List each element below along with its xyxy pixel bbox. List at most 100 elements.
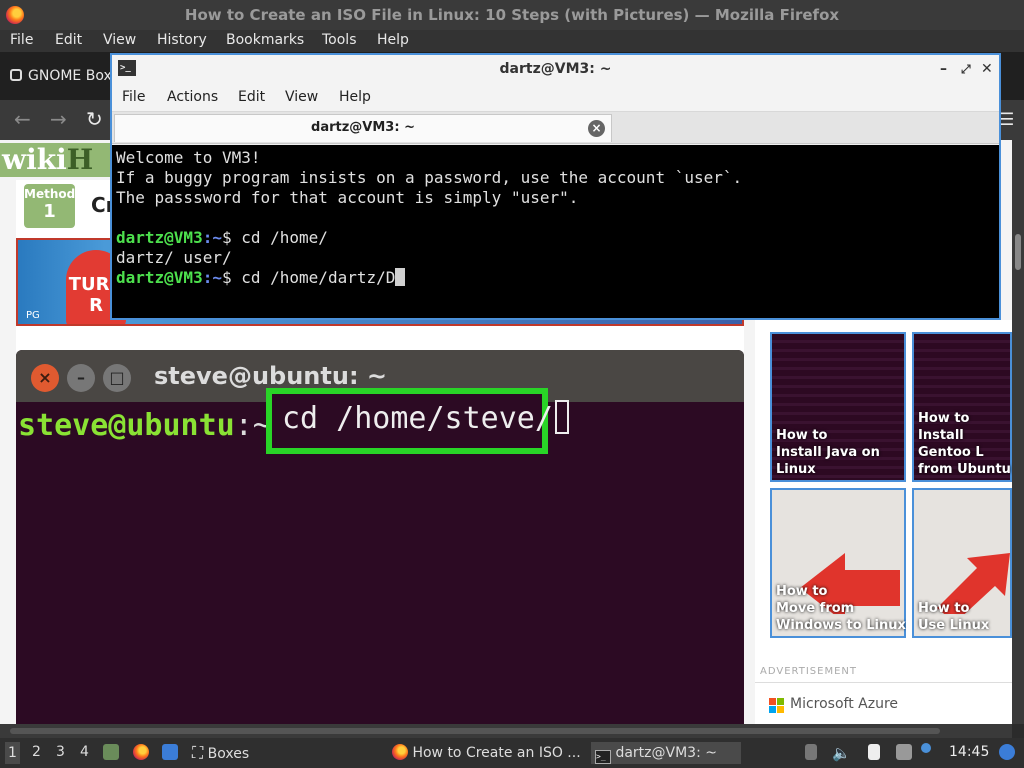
task-firefox[interactable]: How to Create an ISO ... <box>392 742 581 764</box>
related-sidebar: How to Install Java on Linux How to Inst… <box>755 320 1012 724</box>
scrollbar-thumb[interactable] <box>10 728 940 734</box>
terminal-icon: >_ <box>595 750 611 764</box>
method-label: Method <box>24 187 76 201</box>
related-move-windows[interactable]: How to Move from Windows to Linux <box>770 488 906 638</box>
term-menu-view[interactable]: View <box>285 89 318 105</box>
taskbar: 1 2 3 4 ⛶ Boxes How to Create an ISO ...… <box>0 738 1024 768</box>
related-gentoo[interactable]: How to Install Gentoo L from Ubuntu <box>912 332 1012 482</box>
microsoft-logo-icon <box>769 698 785 714</box>
caption-line: How to <box>776 584 828 599</box>
related-use-linux[interactable]: How to Use Linux <box>912 488 1012 638</box>
terminal-menubar: File Actions Edit View Help <box>112 83 999 112</box>
clipboard-icon[interactable] <box>805 744 817 760</box>
volume-icon[interactable]: 🔈 <box>832 742 851 764</box>
highlighted-command-text: cd /home/steve/ <box>282 401 553 436</box>
terminal-tab-title: dartz@VM3: ~ <box>311 120 415 135</box>
info-icon[interactable] <box>921 743 931 753</box>
term-menu-file[interactable]: File <box>122 89 145 105</box>
term-menu-actions[interactable]: Actions <box>167 89 218 105</box>
menu-tools[interactable]: Tools <box>322 32 357 48</box>
caption-line: Use Linux <box>918 618 990 633</box>
ad-text: Microsoft Azure <box>790 696 899 712</box>
close-icon[interactable]: ✕ <box>981 55 993 83</box>
terminal-titlebar: >_ dartz@VM3: ~ – ⤢ ✕ <box>112 55 999 83</box>
hamburger-icon[interactable]: ☰ <box>999 110 1014 130</box>
advertisement-label: ADVERTISEMENT <box>760 666 858 677</box>
caption-line: Install Java on <box>776 445 880 460</box>
term-menu-help[interactable]: Help <box>339 89 371 105</box>
prompt-symbol: $ <box>221 228 232 247</box>
terminal-command-line: dartz@VM3:~$ cd /home/dartz/D <box>116 268 995 288</box>
system-menu-icon[interactable] <box>999 744 1015 760</box>
tab-gnome-boxes[interactable]: GNOME Box <box>0 60 115 94</box>
terminal-output[interactable]: Welcome to VM3! If a buggy program insist… <box>112 145 999 318</box>
prompt-symbol: $ <box>221 268 232 287</box>
workspace-2[interactable]: 2 <box>32 744 41 760</box>
caption-line: Windows to Linux <box>776 618 906 633</box>
file-manager-icon[interactable] <box>103 744 119 760</box>
ubuntu-prompt-user: steve@ubuntu <box>18 408 235 443</box>
boxes-launcher-icon[interactable] <box>162 744 178 760</box>
prompt-dir: :~ <box>202 228 222 247</box>
boxes-icon <box>10 69 22 81</box>
menu-view[interactable]: View <box>103 32 136 48</box>
caption-line: How to <box>918 411 970 426</box>
terminal-tab[interactable]: dartz@VM3: ~ × <box>114 114 612 142</box>
forward-icon[interactable]: → <box>50 108 67 130</box>
workspace-4[interactable]: 4 <box>80 744 89 760</box>
menu-bookmarks[interactable]: Bookmarks <box>226 32 304 48</box>
related-caption: How to Move from Windows to Linux <box>776 583 906 634</box>
caption-line: from Ubuntu <box>918 462 1011 477</box>
close-tab-icon[interactable]: × <box>588 120 605 137</box>
text-cursor <box>395 268 406 286</box>
horizontal-scrollbar[interactable] <box>0 724 1012 738</box>
caption-line: How to <box>776 428 828 443</box>
scrollbar-thumb[interactable] <box>1015 234 1021 270</box>
azure-ad[interactable]: Microsoft Azure <box>755 682 1012 724</box>
ubuntu-prompt: steve@ubuntu:~$ <box>18 408 289 443</box>
network-icon[interactable] <box>896 744 912 760</box>
workspace-3[interactable]: 3 <box>56 744 65 760</box>
back-icon[interactable]: ← <box>14 108 31 130</box>
menu-history[interactable]: History <box>157 32 207 48</box>
ubuntu-terminal-title: steve@ubuntu: ~ <box>154 362 388 390</box>
menu-edit[interactable]: Edit <box>55 32 82 48</box>
cursor-block <box>554 400 569 434</box>
firefox-window-title: How to Create an ISO File in Linux: 10 S… <box>184 6 840 24</box>
workspace-1[interactable]: 1 <box>5 742 20 764</box>
reload-icon[interactable]: ↻ <box>86 108 103 130</box>
clock: 14:45 <box>949 744 990 760</box>
tab-label: GNOME Box <box>28 68 112 84</box>
term-menu-edit[interactable]: Edit <box>238 89 265 105</box>
firefox-icon <box>392 744 408 760</box>
vertical-scrollbar[interactable] <box>1012 140 1024 724</box>
terminal-window: >_ dartz@VM3: ~ – ⤢ ✕ File Actions Edit … <box>110 53 1001 320</box>
minimize-icon[interactable]: – <box>940 55 947 83</box>
firefox-launcher-icon[interactable] <box>133 744 149 760</box>
related-java[interactable]: How to Install Java on Linux <box>770 332 906 482</box>
notes-icon[interactable] <box>868 744 880 760</box>
terminal-line: The passsword for that account is simply… <box>116 188 579 207</box>
firefox-menubar: File Edit View History Bookmarks Tools H… <box>0 30 1024 52</box>
minimize-icon: – <box>67 364 95 392</box>
highlighted-command: cd /home/steve/ <box>266 388 569 454</box>
task-terminal[interactable]: >_ dartz@VM3: ~ <box>591 742 741 764</box>
caption-line: Linux <box>776 462 816 477</box>
terminal-tabbar: dartz@VM3: ~ × <box>112 112 999 144</box>
firefox-icon <box>6 6 24 24</box>
firefox-titlebar: How to Create an ISO File in Linux: 10 S… <box>0 0 1024 30</box>
command-text: cd /home/ <box>231 228 328 247</box>
related-caption: How to Use Linux <box>918 600 989 634</box>
wikihow-logo[interactable]: wikiH <box>0 143 110 177</box>
close-icon: × <box>31 364 59 392</box>
maximize-icon[interactable]: ⤢ <box>961 55 971 83</box>
task-firefox-label: How to Create an ISO ... <box>412 745 581 761</box>
task-boxes[interactable]: ⛶ Boxes <box>192 742 249 764</box>
caption-line: Install Gentoo L <box>918 428 984 460</box>
menu-file[interactable]: File <box>10 32 33 48</box>
desktop: How to Create an ISO File in Linux: 10 S… <box>0 0 1024 768</box>
logo-wiki-text: wiki <box>2 143 67 176</box>
terminal-line: dartz/ user/ <box>116 248 232 267</box>
menu-help[interactable]: Help <box>377 32 409 48</box>
maximize-icon: □ <box>103 364 131 392</box>
